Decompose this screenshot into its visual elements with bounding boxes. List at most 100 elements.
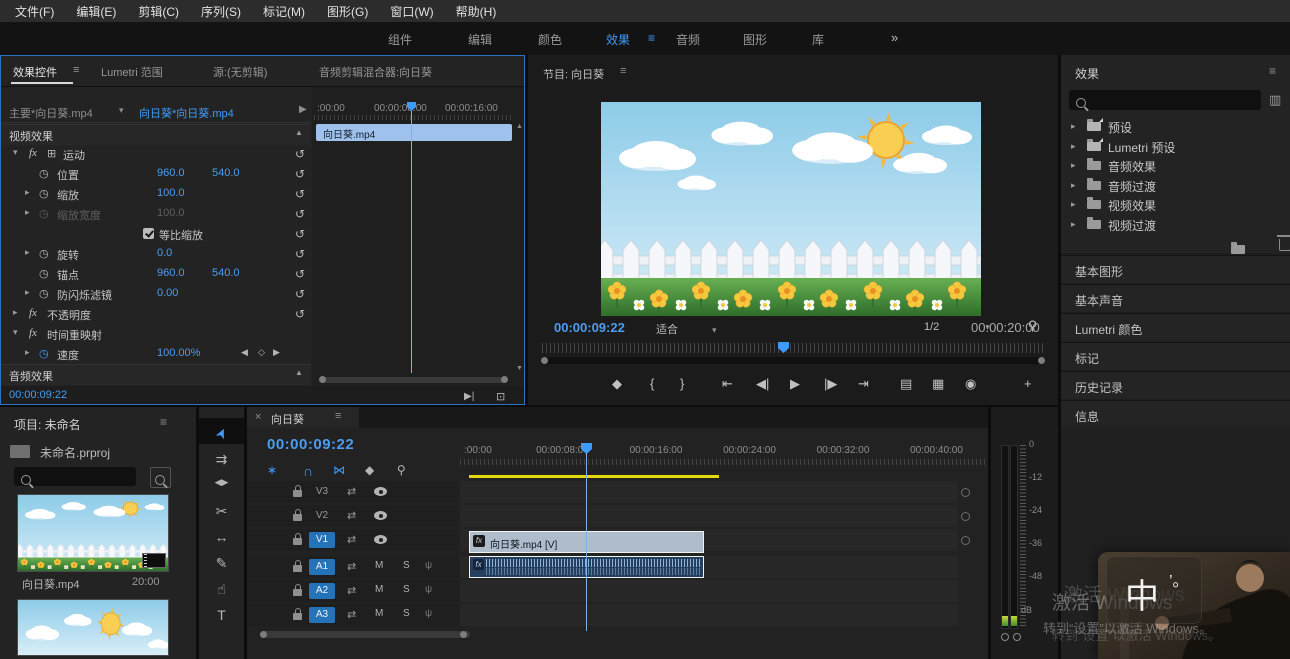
panel-menu-icon[interactable]: ≡: [160, 415, 167, 429]
workspace-tab-音频[interactable]: 音频: [676, 31, 700, 48]
uniform-scale-checkbox[interactable]: [143, 228, 154, 239]
workspace-tab-组件[interactable]: 组件: [388, 31, 412, 48]
stopwatch-icon[interactable]: ◷: [39, 187, 49, 200]
effect-controls-timecode[interactable]: 00:00:09:22: [9, 389, 67, 401]
panel-tab-2[interactable]: Lumetri 范围: [101, 64, 163, 80]
menu-item-3[interactable]: 剪辑(C): [131, 3, 194, 20]
property-name-label[interactable]: 缩放宽度: [57, 207, 101, 223]
property-value[interactable]: 0.00: [157, 287, 178, 299]
panel-tab-4[interactable]: 音频剪辑混合器:向日葵: [319, 64, 432, 80]
chevron-icon[interactable]: ▸: [25, 347, 30, 358]
add-marker-icon[interactable]: ◆: [365, 463, 374, 477]
export-frame-icon[interactable]: ◉: [965, 376, 976, 392]
master-clip-label[interactable]: 主要*向日葵.mp4: [9, 105, 93, 121]
panel-tab-1[interactable]: 效果控件: [13, 64, 57, 80]
program-scrubber[interactable]: [542, 343, 1044, 353]
track-lock-icon[interactable]: [293, 613, 302, 620]
play-icon[interactable]: ▶: [790, 376, 800, 392]
track-lock-icon[interactable]: [293, 514, 302, 521]
sync-lock-icon[interactable]: ⇄: [347, 560, 356, 573]
effect-name-label[interactable]: 时间重映射: [47, 327, 102, 343]
mini-h-scrollbar[interactable]: [320, 377, 506, 383]
track-target-V1[interactable]: V1: [309, 532, 335, 548]
new-custom-bin-icon[interactable]: [1231, 245, 1245, 254]
razor-tool[interactable]: ✂: [199, 503, 244, 520]
button-editor-icon[interactable]: +: [1024, 376, 1032, 391]
ripple-edit-tool[interactable]: ◀▶: [199, 477, 244, 488]
effects-bin-预设[interactable]: ▸预设: [1061, 117, 1290, 136]
snap-icon[interactable]: ∩: [303, 463, 313, 479]
add-keyframe-icon[interactable]: ◇: [258, 347, 265, 358]
collapse-up-icon[interactable]: ▲: [295, 368, 303, 377]
timeline-view-toggle-icon[interactable]: ▶: [299, 104, 307, 115]
reset-parameter-icon[interactable]: ↺: [295, 267, 305, 281]
chevron-right-icon[interactable]: ▸: [1071, 219, 1076, 230]
mini-timeline-clip[interactable]: 向日葵.mp4: [316, 124, 512, 141]
property-value[interactable]: 960.0: [157, 267, 185, 279]
effects-search-field[interactable]: [1091, 91, 1255, 109]
track-target-A2[interactable]: A2: [309, 583, 335, 599]
linked-selection-icon[interactable]: ⋈: [333, 463, 345, 477]
stopwatch-icon[interactable]: ◷: [39, 347, 49, 360]
slip-tool[interactable]: ↔: [199, 529, 244, 545]
effects-bin-Lumetri 预设[interactable]: ▸Lumetri 预设: [1061, 137, 1290, 156]
solo-track-button[interactable]: S: [403, 608, 410, 619]
chevron-right-icon[interactable]: ▸: [1071, 180, 1076, 191]
pen-tool[interactable]: ✎: [199, 555, 244, 572]
menu-item-5[interactable]: 标记(M): [256, 3, 320, 20]
reset-parameter-icon[interactable]: ↺: [295, 227, 305, 241]
stopwatch-icon[interactable]: ◷: [39, 287, 49, 300]
track-lock-icon[interactable]: [293, 490, 302, 497]
sync-lock-icon[interactable]: ⇄: [347, 533, 356, 546]
timeline-settings-icon[interactable]: ⚲: [397, 463, 406, 477]
scrollbar-left-handle[interactable]: [319, 376, 326, 383]
collapsed-panel-历史记录[interactable]: 历史记录: [1061, 371, 1290, 399]
property-name-label[interactable]: 速度: [57, 347, 79, 363]
track-scroll-handle[interactable]: [961, 536, 970, 545]
track-select-forward-tool[interactable]: ⇉: [199, 451, 244, 468]
property-value[interactable]: 100.00%: [157, 347, 200, 359]
workspace-tab-menu-icon[interactable]: ≡: [648, 31, 655, 45]
program-timecode[interactable]: 00:00:09:22: [554, 320, 625, 335]
chevron-down-icon[interactable]: ▾: [119, 105, 124, 116]
scroll-up-icon[interactable]: ▲: [516, 123, 523, 130]
property-name-label[interactable]: 防闪烁滤镜: [57, 287, 112, 303]
voiceover-record-icon[interactable]: ψ: [425, 560, 432, 571]
play-around-icon[interactable]: ▶|: [464, 391, 474, 402]
mark-out-icon[interactable]: }: [680, 376, 684, 391]
chevron-right-icon[interactable]: ▸: [1071, 121, 1076, 132]
collapsed-panel-信息[interactable]: 信息: [1061, 400, 1290, 428]
scrollbar-left-handle[interactable]: [260, 631, 267, 638]
sync-lock-icon[interactable]: ⇄: [347, 485, 356, 498]
chevron-icon[interactable]: ▸: [25, 207, 30, 218]
chevron-icon[interactable]: ▸: [25, 187, 30, 198]
track-lock-icon[interactable]: [293, 589, 302, 596]
clip-name-label[interactable]: 向日葵.mp4: [22, 576, 79, 592]
timeline-tab[interactable]: × 向日葵 ≡: [247, 407, 359, 428]
solo-track-button[interactable]: S: [403, 560, 410, 571]
reset-parameter-icon[interactable]: ↺: [295, 167, 305, 181]
reset-parameter-icon[interactable]: ↺: [295, 187, 305, 201]
panel-menu-icon[interactable]: ≡: [73, 64, 79, 76]
effects-panel-title[interactable]: 效果: [1075, 65, 1099, 82]
extract-icon[interactable]: ▦: [932, 376, 944, 392]
fx-badge-icon[interactable]: fx: [473, 559, 484, 570]
nest-insert-icon[interactable]: ∗: [267, 463, 277, 477]
track-target-A1[interactable]: A1: [309, 559, 335, 575]
collapsed-panel-基本图形[interactable]: 基本图形: [1061, 255, 1290, 283]
track-lock-icon[interactable]: [293, 538, 302, 545]
collapsed-panel-基本声音[interactable]: 基本声音: [1061, 284, 1290, 312]
track-scroll-handle[interactable]: [961, 512, 970, 521]
scrollbar-right-handle[interactable]: [460, 631, 467, 638]
stopwatch-icon[interactable]: ◷: [39, 207, 49, 220]
workspace-overflow-icon[interactable]: »: [891, 30, 898, 45]
menu-item-8[interactable]: 帮助(H): [449, 3, 512, 20]
fx-icon[interactable]: fx: [29, 147, 37, 159]
reset-parameter-icon[interactable]: ↺: [295, 207, 305, 221]
effects-filter-icon[interactable]: ▥: [1269, 92, 1281, 108]
property-value[interactable]: 100.0: [157, 207, 185, 219]
scrollbar-left-handle[interactable]: [541, 357, 548, 364]
fx-icon[interactable]: fx: [29, 327, 37, 339]
mini-ruler-ticks[interactable]: [314, 115, 512, 120]
scrollbar-right-handle[interactable]: [1038, 357, 1045, 364]
